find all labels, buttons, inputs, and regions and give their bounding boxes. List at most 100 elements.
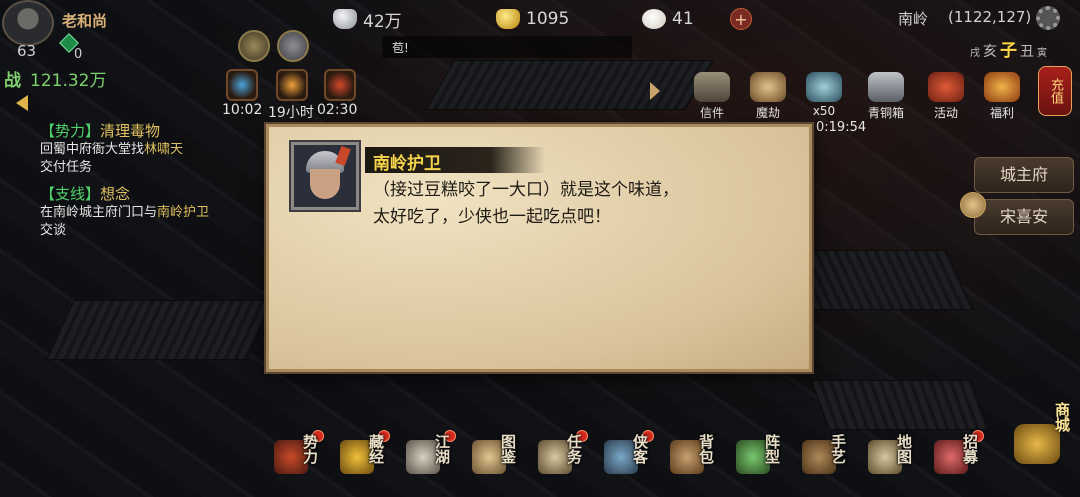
dialog-text: （接过豆糕咬了一大口）就是这个味道， 太好吃了，少侠也一起吃点吧！ bbox=[373, 180, 679, 227]
quest-desc-text: 回蜀中府衙大堂找 bbox=[40, 142, 145, 157]
demon-label: 魔劫 bbox=[755, 106, 780, 120]
hour-prev2: 戌 bbox=[970, 48, 980, 59]
bonus-button[interactable]: x50 bbox=[800, 72, 848, 122]
menu-craft[interactable]: 手艺 bbox=[798, 430, 858, 492]
welfare-button[interactable]: 福利 bbox=[978, 72, 1026, 122]
silver-amount: 42万 bbox=[363, 11, 402, 32]
npc-face-icon bbox=[960, 192, 986, 218]
bottom-menu: 势力 藏经 江湖 图鉴 任务 侠客 背包 阵型 手艺 地图 招募 bbox=[270, 430, 1010, 497]
letters-button[interactable]: 信件 bbox=[688, 72, 736, 122]
quest-desc: 在南岭城主府门口与南岭护卫交谈 bbox=[40, 204, 220, 240]
quest-item[interactable]: 【势力】清理毒物 回蜀中府衙大堂找林啸天交付任务 bbox=[40, 120, 220, 177]
demon-button[interactable]: 魔劫 bbox=[744, 72, 792, 122]
expand-arrow-icon[interactable] bbox=[650, 82, 660, 100]
skill-timer: 19小时 bbox=[268, 105, 314, 121]
hour-indicator: 戌 亥 子 丑 寅 bbox=[970, 36, 1047, 61]
silver-resource: 42万 bbox=[333, 6, 402, 32]
bonus-label: x50 bbox=[812, 104, 836, 118]
quest-desc-text: 交付任务 bbox=[40, 160, 93, 175]
bun-resource: 41 bbox=[642, 6, 694, 32]
player-name: 老和尚 bbox=[62, 12, 108, 30]
chest-icon bbox=[868, 72, 904, 102]
menu-jianghu[interactable]: 江湖 bbox=[402, 430, 462, 492]
skill-icon[interactable] bbox=[226, 69, 258, 101]
shop-label: 商城 bbox=[1053, 402, 1071, 432]
hour-next: 丑 bbox=[1020, 44, 1034, 60]
bonus-icon bbox=[806, 72, 842, 102]
menu-label: 侠客 bbox=[631, 434, 649, 464]
menu-bag[interactable]: 背包 bbox=[666, 430, 726, 492]
speaker-portrait bbox=[289, 140, 361, 212]
menu-heroes[interactable]: 侠客 bbox=[600, 430, 660, 492]
gold-resource: 1095 bbox=[496, 6, 569, 32]
quest-title: 【支线】想念 bbox=[40, 183, 220, 204]
menu-codex[interactable]: 图鉴 bbox=[468, 430, 528, 492]
bronze-chest-button[interactable]: 青铜箱 bbox=[862, 72, 910, 122]
activity-label: 活动 bbox=[933, 106, 958, 120]
quest-target: 林啸天 bbox=[144, 142, 184, 157]
player-level: 63 bbox=[17, 42, 37, 60]
activity-icon bbox=[928, 72, 964, 102]
menu-label: 地图 bbox=[895, 434, 913, 464]
recharge-button[interactable]: 充值 bbox=[1038, 66, 1072, 116]
menu-faction[interactable]: 势力 bbox=[270, 430, 330, 492]
bun-amount: 41 bbox=[672, 9, 694, 29]
chest-label: 青铜箱 bbox=[867, 106, 904, 120]
welfare-icon bbox=[984, 72, 1020, 102]
quest-desc: 回蜀中府衙大堂找林啸天交付任务 bbox=[40, 141, 220, 177]
quest-desc-text: 交谈 bbox=[40, 223, 67, 238]
chat-bar[interactable]: 苞! bbox=[382, 36, 632, 58]
jade-value: 0 bbox=[74, 47, 83, 62]
dialog-box[interactable]: 南岭护卫 （接过豆糕咬了一大口）就是这个味道， 太好吃了，少侠也一起吃点吧！ bbox=[266, 124, 812, 372]
menu-tasks[interactable]: 任务 bbox=[534, 430, 594, 492]
skill-icon[interactable] bbox=[324, 69, 356, 101]
location-coords: (1122,127) bbox=[948, 8, 1032, 26]
buff-icon[interactable] bbox=[277, 30, 309, 62]
quest-title: 【势力】清理毒物 bbox=[40, 120, 220, 141]
gear-icon[interactable] bbox=[1036, 6, 1060, 30]
npc-mansion-button[interactable]: 城主府 bbox=[974, 157, 1074, 193]
quest-item[interactable]: 【支线】想念 在南岭城主府门口与南岭护卫交谈 bbox=[40, 183, 220, 240]
menu-label: 招募 bbox=[961, 434, 979, 464]
menu-label: 势力 bbox=[301, 434, 319, 464]
menu-label: 江湖 bbox=[433, 434, 451, 464]
menu-scripture[interactable]: 藏经 bbox=[336, 430, 396, 492]
menu-label: 阵型 bbox=[763, 434, 781, 464]
quest-tag: 【势力】 bbox=[40, 122, 101, 140]
hour-prev: 亥 bbox=[983, 44, 997, 60]
player-avatar[interactable] bbox=[2, 0, 54, 46]
skill-timer: 02:30 bbox=[317, 102, 358, 118]
skill-icon[interactable] bbox=[276, 69, 308, 101]
location-name: 南岭 bbox=[898, 10, 929, 28]
silver-ingot-icon bbox=[333, 9, 357, 29]
quest-name: 想念 bbox=[100, 185, 131, 203]
npc-song-button[interactable]: 宋喜安 bbox=[974, 199, 1074, 235]
demon-icon bbox=[750, 72, 786, 102]
quest-tag: 【支线】 bbox=[40, 185, 101, 203]
menu-label: 任务 bbox=[565, 434, 583, 464]
quest-name: 清理毒物 bbox=[100, 122, 161, 140]
letter-icon bbox=[694, 72, 730, 102]
hour-next2: 寅 bbox=[1037, 48, 1047, 59]
skill-timer: 10:02 bbox=[222, 102, 263, 118]
buff-icon[interactable] bbox=[238, 30, 270, 62]
speaker-name: 南岭护卫 bbox=[373, 154, 441, 174]
add-resource-button[interactable]: + bbox=[730, 8, 752, 30]
power-label: 战 bbox=[4, 71, 21, 91]
menu-label: 藏经 bbox=[367, 434, 385, 464]
power-value: 121.32万 bbox=[30, 71, 107, 91]
menu-map[interactable]: 地图 bbox=[864, 430, 924, 492]
menu-recruit[interactable]: 招募 bbox=[930, 430, 990, 492]
quest-desc-text: 在南岭城主府门口与 bbox=[40, 205, 158, 220]
welfare-label: 福利 bbox=[989, 106, 1014, 120]
shop-button[interactable]: 商城 bbox=[1012, 402, 1074, 472]
menu-formation[interactable]: 阵型 bbox=[732, 430, 792, 492]
gold-ingot-icon bbox=[496, 9, 520, 29]
gold-amount: 1095 bbox=[526, 9, 570, 29]
collapse-arrow-icon[interactable] bbox=[16, 95, 28, 111]
steamed-bun-icon bbox=[642, 9, 666, 29]
hour-current: 子 bbox=[1000, 41, 1017, 61]
activity-button[interactable]: 活动 bbox=[922, 72, 970, 122]
menu-label: 图鉴 bbox=[499, 434, 517, 464]
letters-label: 信件 bbox=[699, 106, 724, 120]
